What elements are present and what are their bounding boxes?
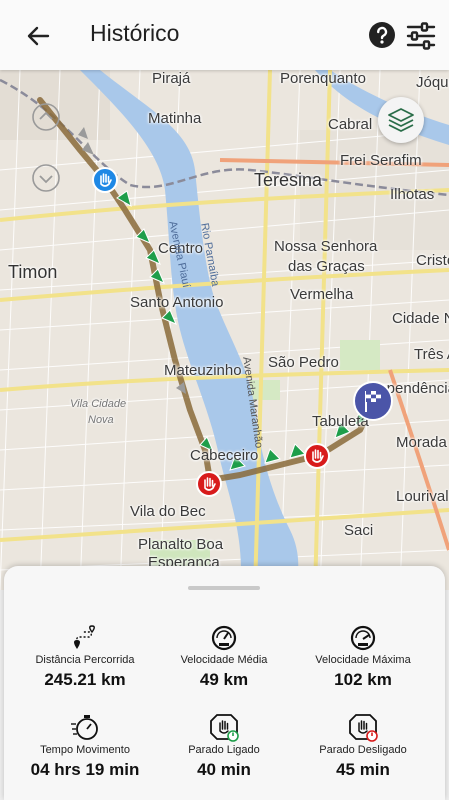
map-label: Planalto Boa: [138, 536, 224, 553]
map-label: Vila Cidade: [70, 398, 127, 410]
page-title: Histórico: [90, 20, 180, 46]
speedometer-icon: [211, 625, 237, 651]
stat-avg-speed: Velocidade Média 49 km: [149, 622, 299, 690]
map-label: Matinha: [148, 110, 202, 127]
map-label: Pirajá: [152, 70, 191, 87]
stat-value: 49 km: [199, 670, 249, 689]
map-label: Saci: [344, 522, 374, 539]
map-label: Mateuzinho: [164, 362, 242, 379]
finish-flag-icon[interactable]: [353, 381, 393, 421]
stat-stopped-off: Parado Desligado 45 min: [288, 712, 438, 780]
map-label: Morada: [396, 434, 447, 451]
map-label: Jóque: [416, 74, 449, 91]
zoom-up-icon[interactable]: [31, 102, 61, 132]
hand-stop-red-icon[interactable]: [304, 443, 330, 469]
app-bar: Histórico: [0, 0, 449, 70]
map-label: Teresina: [254, 170, 323, 190]
stat-label: Velocidade Média: [180, 654, 268, 666]
map-label: Vila do Bec: [130, 503, 206, 520]
stat-value: 40 min: [197, 760, 251, 779]
stat-label: Tempo Movimento: [40, 744, 130, 756]
stat-value: 45 min: [336, 760, 390, 779]
map-label: Vermelha: [290, 286, 354, 303]
hand-stop-red-icon[interactable]: [196, 471, 222, 497]
map-label: Frei Serafim: [340, 152, 422, 169]
map-view[interactable]: Pirajá Porenquanto Jóque Matinha Cabral …: [0, 70, 449, 590]
hand-stop-off-icon: [349, 714, 378, 742]
stopwatch-icon: [71, 715, 98, 740]
sliders-icon[interactable]: [405, 20, 437, 52]
stat-value: 04 hrs 19 min: [30, 760, 140, 779]
layers-button[interactable]: [378, 97, 424, 143]
map-label: Nossa Senhora: [274, 238, 378, 255]
hand-stop-on-icon: [210, 714, 239, 742]
stat-value: 245.21 km: [44, 670, 126, 689]
stat-max-speed: Velocidade Máxima 102 km: [288, 622, 438, 690]
map-label: São Pedro: [268, 354, 339, 371]
map-label: Cidade N: [392, 310, 449, 327]
route-distance-icon: [74, 625, 95, 649]
map-label: Três A: [414, 346, 449, 363]
map-label: Cabral: [328, 116, 373, 133]
stat-stopped-on: Parado Ligado 40 min: [149, 712, 299, 780]
stat-value: 102 km: [334, 670, 392, 689]
stat-moving-time: Tempo Movimento 04 hrs 19 min: [10, 712, 160, 780]
hand-stop-blue-icon[interactable]: [92, 167, 118, 193]
map-label: Nova: [88, 414, 114, 426]
zoom-down-icon[interactable]: [31, 163, 61, 193]
map-label: Ilhotas: [390, 186, 435, 203]
speedometer-max-icon: [350, 625, 376, 651]
map-canvas: [0, 70, 449, 590]
map-label: Cabeceiro: [190, 447, 259, 464]
stat-label: Velocidade Máxima: [315, 654, 411, 666]
map-label: Santo Antonio: [130, 294, 224, 311]
stat-label: Distância Percorrida: [35, 654, 135, 666]
map-label: das Graças: [288, 258, 365, 275]
drag-handle[interactable]: [188, 586, 260, 590]
stat-label: Parado Desligado: [319, 744, 407, 756]
layers-icon: [388, 108, 414, 132]
stat-distance: Distância Percorrida 245.21 km: [10, 622, 160, 690]
map-label: Porenquanto: [280, 70, 366, 87]
map-label: Cristo: [416, 252, 449, 269]
arrow-left-icon[interactable]: [22, 20, 54, 52]
map-label: Timon: [8, 262, 58, 282]
stat-label: Parado Ligado: [188, 744, 260, 756]
help-circle-icon[interactable]: [368, 21, 396, 49]
map-label: Lourival: [396, 488, 449, 505]
stats-sheet: Distância Percorrida 245.21 km Velocidad…: [4, 566, 445, 800]
